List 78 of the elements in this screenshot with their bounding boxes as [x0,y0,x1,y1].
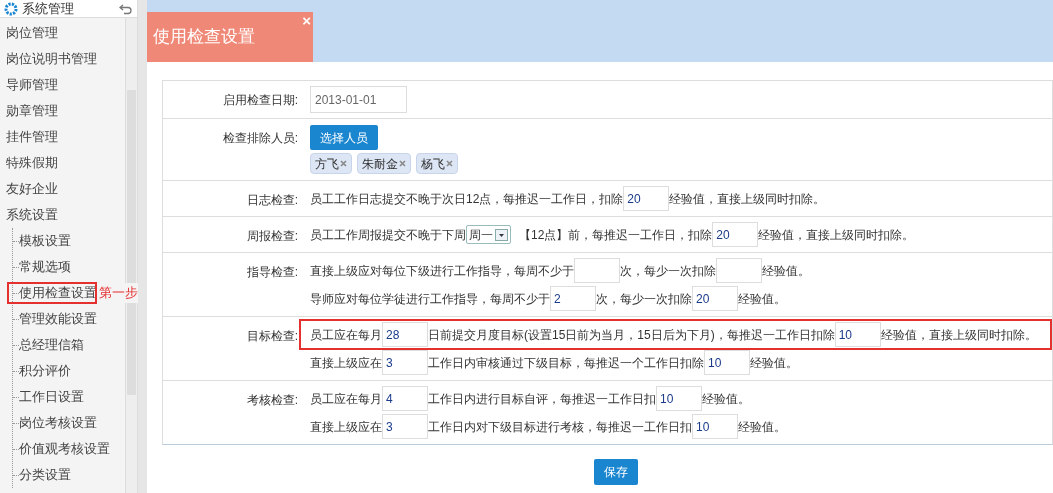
nav-item[interactable]: 系统设置 [6,205,58,225]
rule-text: 工作日内进行目标自评，每推迟一工作日扣 [428,390,656,408]
nav-item[interactable]: 岗位说明书管理 [6,49,97,69]
rule-text: 次，每少一次扣除 [596,290,692,308]
rule-text: 次，每少一次扣除 [620,262,716,280]
field-label: 目标检查: [246,329,298,343]
number-field[interactable]: 10 [692,414,738,439]
rule-text: 员工工作日志提交不晚于次日12点，每推迟一工作日，扣除 [310,190,624,208]
rule-text: 导师应对每位学徒进行工作指导，每周不少于 [310,290,550,308]
nav-item[interactable]: 使用检查设置 [19,283,97,303]
rule-text: 【12点】前，每推迟一工作日，扣除 [519,226,713,244]
person-name: 杨飞 [421,155,445,173]
sidebar-title: 系统管理 [22,2,74,15]
nav-item[interactable]: 友好企业 [6,179,58,199]
save-button[interactable]: 保存 [593,459,638,485]
rule-text: 直接上级应对每位下级进行工作指导，每周不少于 [310,262,574,280]
back-arrow-icon[interactable] [119,2,133,15]
nav-item[interactable]: 积分评价 [19,361,71,381]
remove-icon[interactable] [399,160,406,167]
rule-text: 员工应在每月 [310,326,382,344]
rule-text: 经验值。 [702,390,750,408]
nav-item[interactable]: 工作日设置 [19,387,84,407]
number-field[interactable]: 20 [623,186,670,211]
remove-icon[interactable] [446,160,453,167]
number-field[interactable]: 3 [382,350,428,375]
rule-text: 经验值。 [750,354,798,372]
rule-text: 员工应在每月 [310,390,382,408]
rule-text: 经验值，直接上级同时扣除。 [880,326,1037,344]
gear-icon [4,1,18,16]
weekday-dropdown[interactable]: 周一 [466,225,511,244]
nav-item[interactable]: 模板设置 [19,231,71,251]
nav-item[interactable]: 特殊假期 [6,153,58,173]
nav-item[interactable]: 挂件管理 [6,127,58,147]
scrollbar[interactable] [125,18,137,493]
rule-text: 日前提交月度目标(设置15日前为当月，15日后为下月)，每推迟一工作日扣除 [428,326,835,344]
field-label: 日志检查: [246,193,298,207]
rule-text: 直接上级应在 [310,418,382,436]
nav-item[interactable]: 总经理信箱 [19,335,84,355]
rule-text: 经验值。 [762,262,810,280]
field-label: 检查排除人员: [222,131,298,145]
number-field[interactable]: 4 [382,386,428,411]
number-field[interactable]: 10 [834,322,881,347]
nav-item[interactable]: 岗位管理 [6,23,58,43]
field-label: 周报检查: [246,229,298,243]
number-field[interactable] [716,258,762,283]
number-field[interactable]: 28 [382,322,428,347]
number-field[interactable]: 3 [382,414,428,439]
nav-item[interactable]: 岗位考核设置 [19,413,97,433]
number-field[interactable]: 10 [656,386,702,411]
nav-item[interactable]: 价值观考核设置 [19,439,110,459]
number-field[interactable]: 2 [550,286,596,311]
person-name: 朱耐金 [362,155,398,173]
person-name: 方飞 [315,155,339,173]
nav-item[interactable]: 常规选项 [19,257,71,277]
nav-item[interactable]: 管理效能设置 [19,309,97,329]
rule-text: 直接上级应在 [310,354,382,372]
rule-text: 员工工作周报提交不晚于下周 [310,226,466,244]
number-field[interactable] [574,258,620,283]
field-label: 考核检查: [246,393,298,407]
number-field[interactable]: 10 [704,350,750,375]
rule-text: 工作日内对下级目标进行考核，每推迟一工作日扣 [428,418,692,436]
rule-text: 经验值。 [738,418,786,436]
caret-icon [495,228,508,241]
remove-icon[interactable] [340,160,347,167]
rule-text: 工作日内审核通过下级目标，每推迟一个工作日扣除 [428,354,704,372]
nav-item[interactable]: 勋章管理 [6,101,58,121]
field-label: 指导检查: [246,265,298,279]
nav-item[interactable]: 分类设置 [19,465,71,485]
number-field[interactable]: 20 [692,286,738,311]
step-annotation: 第一步 [99,283,138,303]
date-field[interactable]: 2013-01-01 [310,86,407,113]
select-people-button[interactable]: 选择人员 [310,125,378,150]
rule-text: 经验值，直接上级同时扣除。 [758,226,915,244]
rule-text: 经验值，直接上级同时扣除。 [669,190,826,208]
nav-item[interactable]: 导师管理 [6,75,58,95]
field-label: 启用检查日期: [222,93,298,107]
rule-text: 经验值。 [738,290,786,308]
number-field[interactable]: 20 [712,222,759,247]
